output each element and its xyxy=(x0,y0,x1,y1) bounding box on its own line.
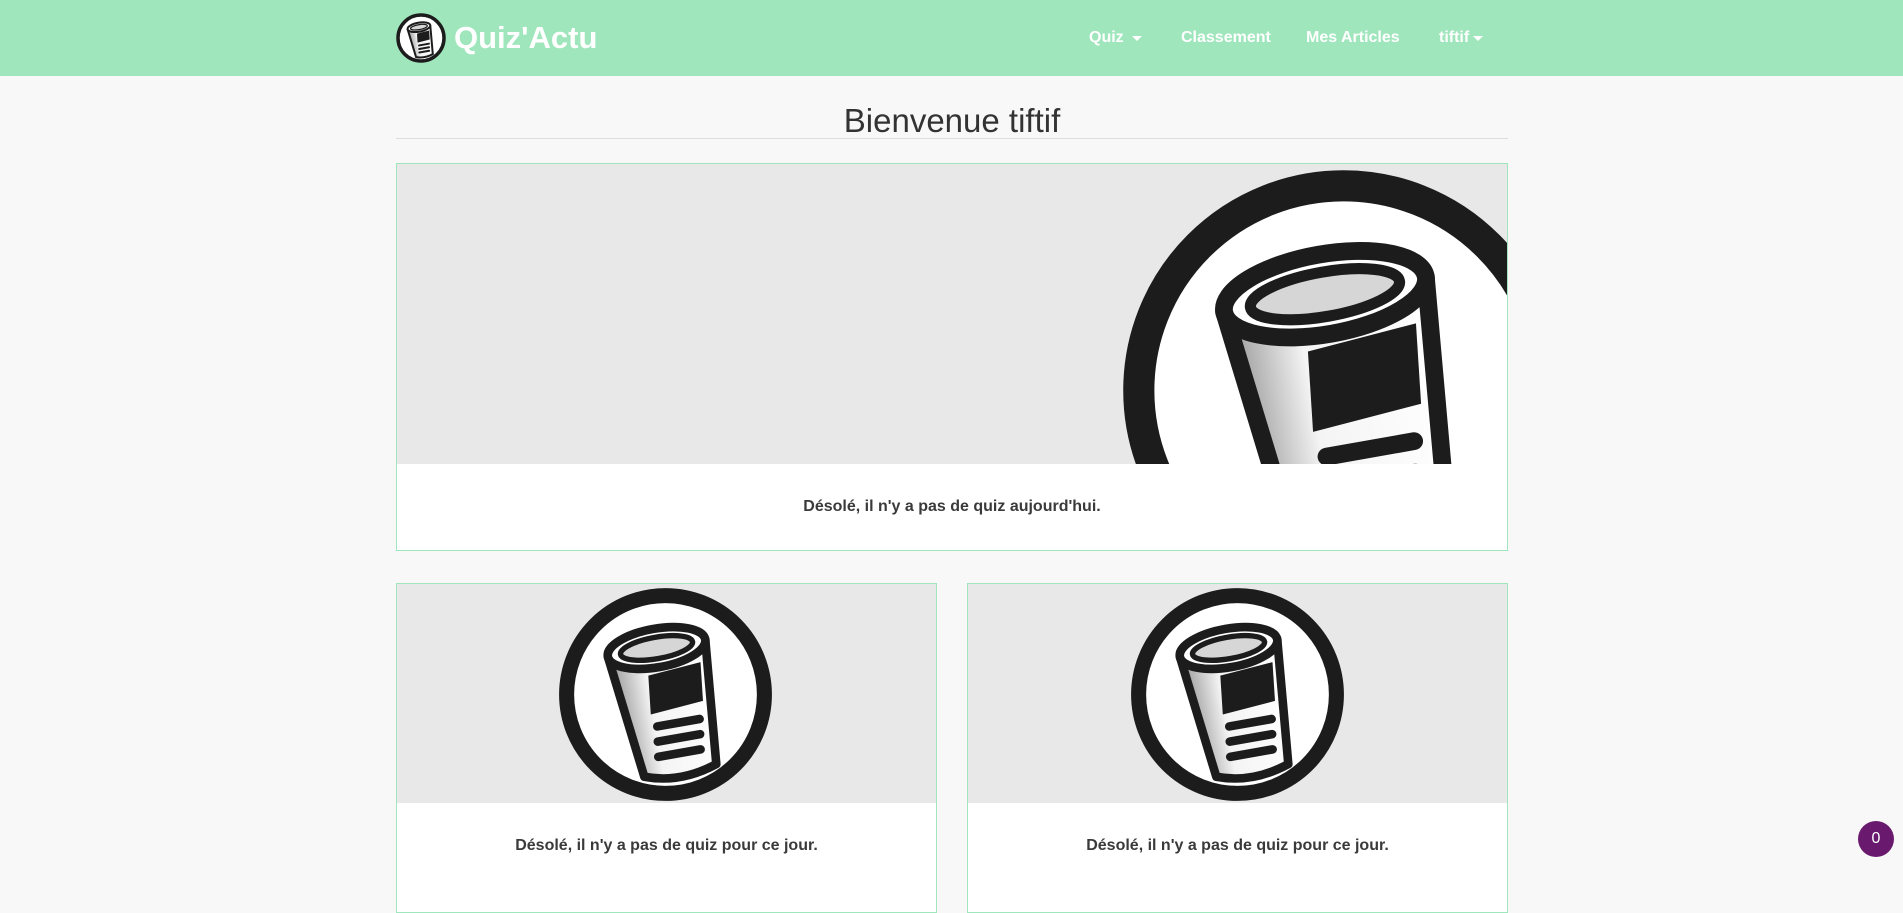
nav-quiz-label: Quiz xyxy=(1089,29,1124,46)
nav-mes-articles-label[interactable]: Mes Articles xyxy=(1306,29,1400,47)
newspaper-logo-icon xyxy=(558,587,773,802)
notification-badge[interactable]: 0 xyxy=(1858,821,1894,857)
nav-user[interactable]: tiftif xyxy=(1439,29,1484,47)
newspaper-logo-icon xyxy=(1130,587,1345,802)
quiz-card-left-image xyxy=(397,584,936,803)
quiz-card-right-text: Désolé, il n'y a pas de quiz pour ce jou… xyxy=(1086,837,1389,854)
featured-card-text: Désolé, il n'y a pas de quiz aujourd'hui… xyxy=(803,498,1101,515)
featured-card-image xyxy=(397,164,1507,464)
title-divider xyxy=(396,138,1508,139)
nav-quiz-dropdown[interactable]: Quiz xyxy=(1089,0,1142,76)
quiz-card-left-text: Désolé, il n'y a pas de quiz pour ce jou… xyxy=(515,837,818,854)
caret-down-icon xyxy=(1131,36,1142,41)
quiz-card-left[interactable]: Désolé, il n'y a pas de quiz pour ce jou… xyxy=(396,583,937,913)
caret-down-icon xyxy=(1473,36,1484,41)
featured-quiz-card[interactable]: Désolé, il n'y a pas de quiz aujourd'hui… xyxy=(396,163,1508,551)
newspaper-logo-icon xyxy=(396,13,446,63)
brand-name: Quiz'Actu xyxy=(454,20,598,55)
nav-classement[interactable]: Classement xyxy=(1181,0,1271,76)
top-navbar: Quiz'Actu Quiz Classement Mes Articles t… xyxy=(0,0,1903,76)
brand-link[interactable]: Quiz'Actu xyxy=(396,13,597,63)
quiz-card-right[interactable]: Désolé, il n'y a pas de quiz pour ce jou… xyxy=(967,583,1508,913)
nav-user-label: tiftif xyxy=(1439,29,1470,46)
nav-quiz[interactable]: Quiz xyxy=(1089,29,1142,47)
nav-mes-articles[interactable]: Mes Articles xyxy=(1306,0,1400,76)
newspaper-logo-icon xyxy=(1121,168,1507,464)
quiz-card-right-image xyxy=(968,584,1507,803)
nav-classement-label[interactable]: Classement xyxy=(1181,29,1271,47)
nav-user-dropdown[interactable]: tiftif xyxy=(1439,0,1484,76)
